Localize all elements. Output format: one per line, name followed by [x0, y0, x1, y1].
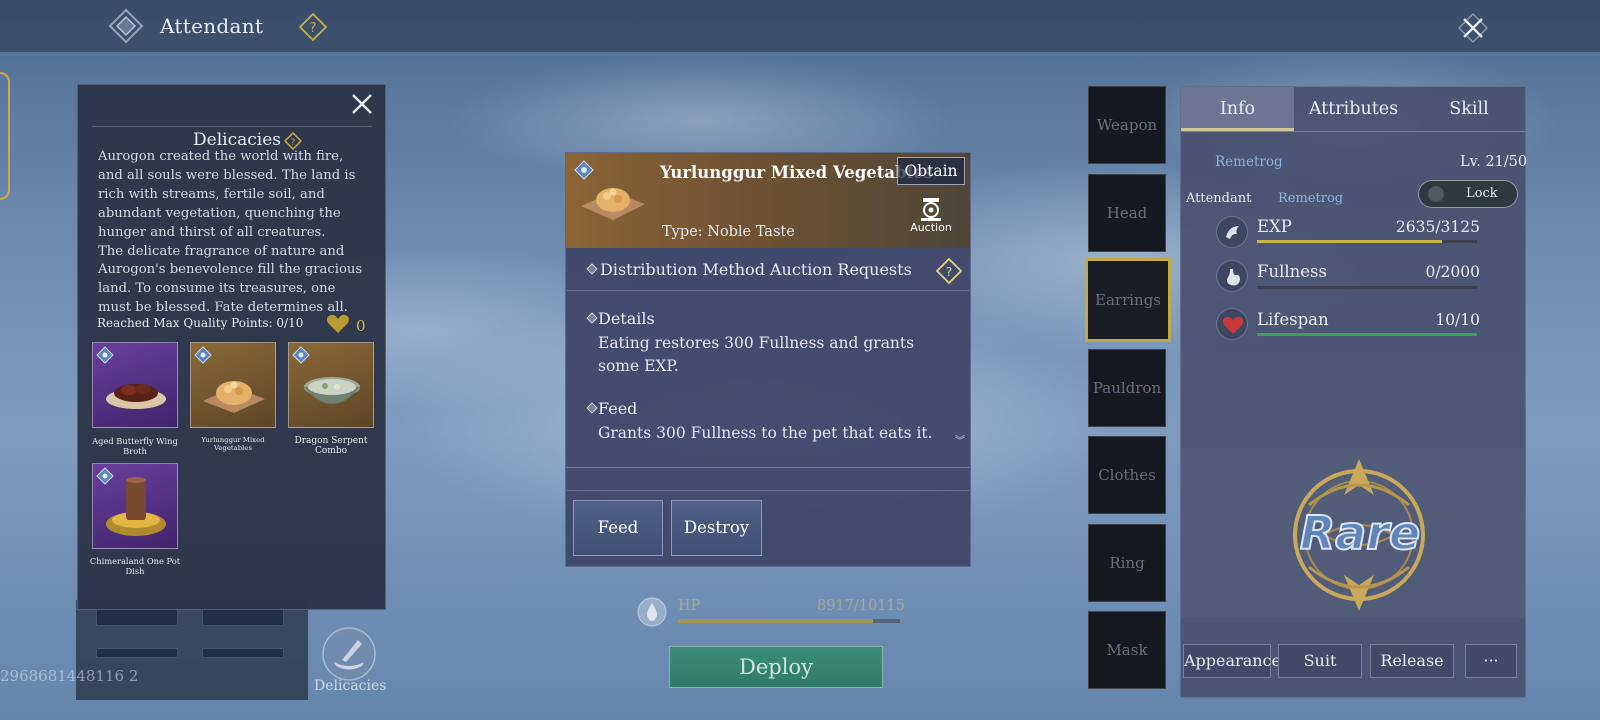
slot-weapon[interactable]: Weapon — [1088, 86, 1166, 164]
release-button[interactable]: Release — [1370, 644, 1454, 678]
divider — [567, 467, 969, 468]
lifespan-bar-fill — [1257, 333, 1477, 336]
heart-icon — [1216, 308, 1248, 340]
attendant-label: Attendant — [1186, 191, 1252, 206]
player-id-text: 2968681448116 2 — [0, 667, 139, 685]
auction-label: Auction — [910, 221, 952, 234]
slot-head[interactable]: Head — [1088, 174, 1166, 252]
stat-value: 2635/3125 — [1395, 218, 1480, 236]
list-tile[interactable] — [202, 608, 284, 626]
stat-label: EXP — [1257, 217, 1292, 236]
list-tile[interactable] — [96, 608, 178, 626]
rarity-badge-icon — [96, 467, 114, 485]
exp-bar-fill — [1257, 240, 1442, 243]
slot-clothes[interactable]: Clothes — [1088, 436, 1166, 514]
lock-label: Lock — [1466, 186, 1498, 201]
hp-icon — [637, 596, 667, 628]
auction-icon[interactable] — [914, 196, 948, 222]
details-label: Details — [598, 309, 655, 328]
description-paragraph: The delicate fragrance of nature and Aur… — [98, 243, 363, 316]
item-type: Type: Noble Taste — [662, 224, 795, 240]
selected-list-edge — [0, 72, 10, 200]
tab-divider — [1181, 131, 1525, 132]
hp-value: 8917/10115 — [817, 598, 905, 614]
obtain-button[interactable]: Obtain — [897, 157, 965, 185]
more-options-button[interactable]: ··· — [1465, 644, 1517, 678]
rarity-badge-icon — [292, 346, 310, 364]
close-icon[interactable] — [1453, 8, 1493, 48]
rarity-badge-icon — [96, 346, 114, 364]
description-paragraph: Aurogon created the world with fire, and… — [98, 149, 356, 240]
help-icon[interactable]: ? — [298, 12, 328, 42]
delicacies-button[interactable] — [316, 626, 382, 682]
tab-skill[interactable]: Skill — [1413, 87, 1525, 131]
list-tile[interactable] — [96, 648, 178, 658]
quality-count: 0 — [356, 317, 366, 335]
scroll-down-icon[interactable]: ︾ — [955, 432, 965, 447]
hp-label: HP — [678, 598, 701, 614]
deploy-button[interactable]: Deploy — [669, 646, 883, 688]
back-icon[interactable] — [106, 8, 146, 44]
food-name: Dragon Serpent Combo — [294, 436, 368, 456]
food-name: Chimeraland One Pot Dish — [89, 556, 181, 576]
stat-label: Fullness — [1257, 262, 1327, 281]
svg-text:?: ? — [310, 21, 317, 36]
item-title: Yurlunggur Mixed Vegetables — [660, 163, 933, 182]
lifespan-bar — [1257, 333, 1477, 336]
popup-divider — [92, 126, 372, 127]
tab-attributes[interactable]: Attributes — [1297, 87, 1410, 131]
pet-name: Remetrog — [1215, 154, 1283, 170]
fullness-bar — [1257, 286, 1477, 289]
slot-pauldron[interactable]: Pauldron — [1088, 349, 1166, 427]
tab-info[interactable]: Info — [1181, 87, 1294, 131]
suit-button[interactable]: Suit — [1278, 644, 1362, 678]
rarity-label: Rare — [1299, 505, 1421, 561]
rarity-badge-icon — [194, 346, 212, 364]
hp-bar-fill — [678, 619, 874, 623]
divider — [567, 490, 969, 491]
destroy-button[interactable]: Destroy — [671, 500, 762, 556]
feed-button[interactable]: Feed — [573, 500, 663, 556]
slot-ring[interactable]: Ring — [1088, 524, 1166, 602]
details-text: Eating restores 300 Fullness and grants … — [598, 334, 915, 375]
food-dish-icon — [579, 176, 647, 224]
delicacies-button-label: Delicacies — [314, 678, 387, 694]
attendant-name: Remetrog — [1278, 191, 1344, 206]
stat-label: Lifespan — [1257, 310, 1329, 329]
popup-title: Delicacies — [193, 130, 281, 150]
slot-mask[interactable]: Mask — [1088, 611, 1166, 689]
svg-text:?: ? — [946, 265, 952, 279]
stat-value: 10/10 — [1435, 311, 1480, 329]
heart-icon — [326, 314, 350, 334]
distribution-label: Distribution Method — [600, 260, 765, 279]
popup-description: Aurogon created the world with fire, and… — [98, 148, 370, 318]
exp-bar — [1257, 240, 1477, 243]
appearance-button[interactable]: Appearance — [1183, 644, 1281, 678]
distribution-value: Auction Requests — [770, 260, 912, 279]
stomach-icon — [1216, 260, 1248, 292]
hp-bar — [678, 619, 900, 623]
pet-level: Lv. 21/50 — [1460, 154, 1528, 170]
svg-text:?: ? — [291, 138, 296, 148]
page-title: Attendant — [160, 14, 264, 38]
popup-close-icon[interactable] — [348, 90, 376, 118]
help-icon[interactable]: ? — [935, 257, 963, 285]
feed-label: Feed — [598, 399, 638, 418]
feed-text: Grants 300 Fullness to the pet that eats… — [598, 424, 933, 442]
food-name: Aged Butterfly Wing Broth — [92, 436, 178, 456]
slot-earrings[interactable]: Earrings — [1085, 258, 1171, 342]
quality-points-label: Reached Max Quality Points: 0/10 — [97, 316, 304, 330]
exp-icon — [1216, 216, 1248, 248]
lock-toggle-knob — [1428, 186, 1444, 202]
stat-value: 0/2000 — [1425, 263, 1480, 281]
food-name: Yurlunggur Mixed Vegetables — [201, 436, 265, 452]
list-tile[interactable] — [202, 648, 284, 658]
